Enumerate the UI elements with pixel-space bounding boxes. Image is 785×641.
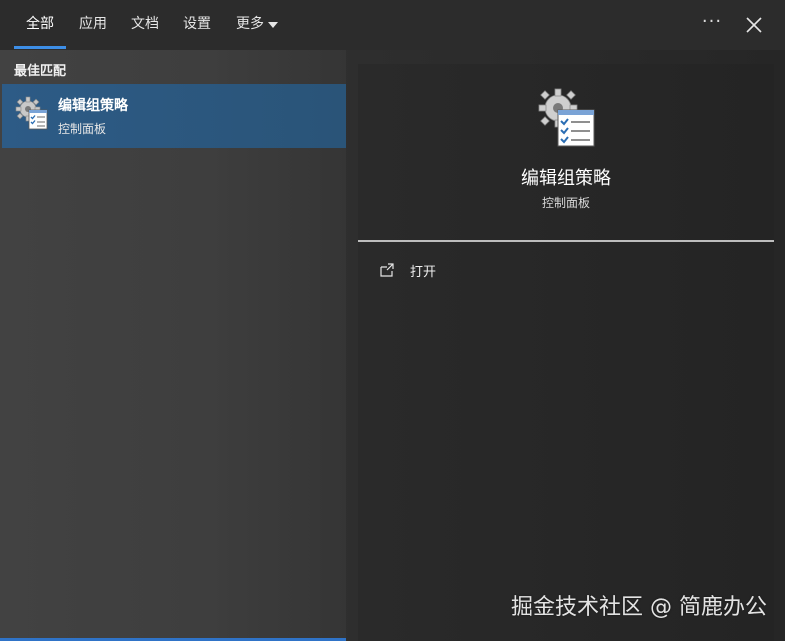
detail-title: 编辑组策略 [521,168,611,189]
tab-all[interactable]: 全部 [26,14,54,34]
ellipsis-icon[interactable]: ··· [700,12,724,36]
best-match-result[interactable]: 编辑组策略 控制面板 [2,84,346,148]
results-pane: 最佳匹配 编辑组策略 控制面板 [0,50,346,641]
best-match-heading: 最佳匹配 [14,64,67,79]
open-action-label: 打开 [410,264,437,280]
tab-settings[interactable]: 设置 [183,14,211,34]
best-match-title: 编辑组策略 [58,98,128,114]
open-icon [378,261,396,279]
group-policy-icon [536,86,596,150]
tab-documents[interactable]: 文档 [131,14,159,34]
chevron-down-icon [268,22,278,28]
detail-pane: 编辑组策略 控制面板 打开 [358,64,774,641]
open-action[interactable]: 打开 [378,258,436,282]
group-policy-icon [14,96,50,132]
tab-apps[interactable]: 应用 [79,14,107,34]
tab-more-label: 更多 [236,16,264,32]
close-icon[interactable] [741,12,767,38]
detail-subtitle: 控制面板 [541,196,590,210]
detail-divider [358,240,774,242]
active-tab-indicator [14,46,66,49]
tab-more[interactable]: 更多 [236,14,278,34]
watermark: 掘金技术社区 @ 简鹿办公 [511,595,767,620]
search-window: 全部 应用 文档 设置 更多 ··· 最佳匹配 编辑组策略 控制面板 编辑组策略… [0,0,785,641]
tab-bar: 全部 应用 文档 设置 更多 ··· [0,0,785,50]
best-match-subtitle: 控制面板 [58,122,107,136]
